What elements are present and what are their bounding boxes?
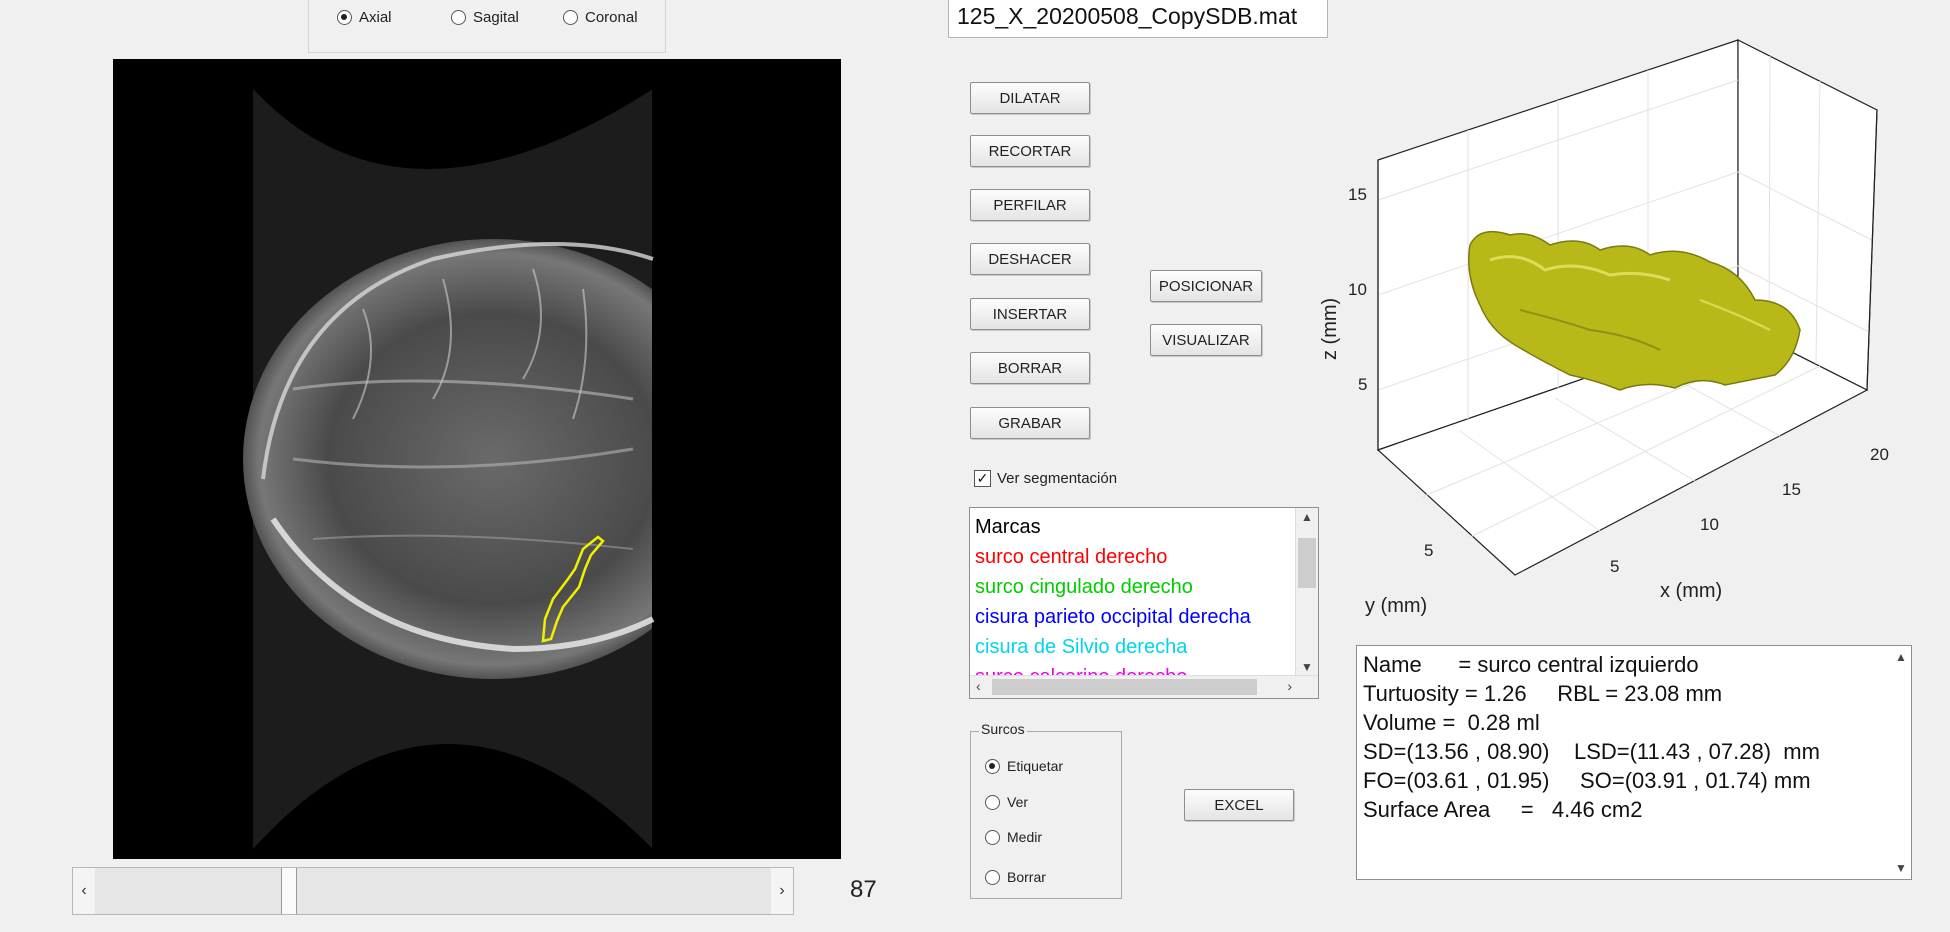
surcos-title: Surcos — [979, 721, 1027, 737]
view-radio-label: Sagital — [473, 9, 519, 26]
surcos-radio-label: Etiquetar — [1007, 758, 1064, 774]
dilatar-button[interactable]: DILATAR — [970, 82, 1090, 114]
marks-list-item[interactable]: surco central derecho — [975, 542, 1294, 572]
slice-number: 87 — [850, 876, 877, 903]
view-selector-panel: Axial Sagital Coronal — [308, 0, 666, 53]
info-lines: Name = surco central izquierdo Turtuosity… — [1363, 650, 1820, 824]
measurement-info-box[interactable]: Name = surco central izquierdo Turtuosity… — [1356, 645, 1912, 880]
surface-3d-plot[interactable]: 15 10 5 5 10 15 20 5 x (mm) y (mm) z (mm… — [1319, 30, 1920, 630]
surcos-radio-label: Ver — [1007, 794, 1029, 810]
scroll-down-icon[interactable]: ▼ — [1296, 660, 1318, 674]
radio-selected-icon — [985, 758, 1000, 774]
surcos-radio-label: Medir — [1007, 829, 1043, 845]
slider-right-arrow-icon[interactable]: › — [771, 868, 793, 914]
view-radio-axial[interactable]: Axial — [337, 9, 392, 26]
recortar-button[interactable]: RECORTAR — [970, 135, 1090, 167]
scroll-up-icon[interactable]: ▲ — [1296, 510, 1318, 524]
radio-unselected-icon — [985, 869, 1000, 885]
info-line: Name = surco central izquierdo — [1363, 652, 1699, 677]
z-tick-labels: 15 10 5 — [1348, 185, 1367, 394]
scroll-thumb[interactable] — [1298, 538, 1316, 588]
marks-list-item[interactable]: cisura de Silvio derecha — [975, 632, 1294, 662]
svg-text:5: 5 — [1358, 375, 1367, 394]
scroll-down-icon[interactable]: ▼ — [1895, 861, 1907, 875]
scroll-right-icon[interactable]: › — [1287, 678, 1292, 694]
mri-slice-viewer[interactable] — [113, 59, 853, 859]
view-radio-sagital[interactable]: Sagital — [451, 9, 519, 26]
excel-button[interactable]: EXCEL — [1184, 789, 1294, 821]
info-line: Surface Area = 4.46 cm2 — [1363, 797, 1643, 822]
slider-thumb[interactable] — [280, 868, 297, 914]
ver-segmentacion-checkbox[interactable]: ✓ Ver segmentación — [974, 470, 1117, 487]
svg-text:10: 10 — [1700, 515, 1719, 534]
radio-unselected-icon — [985, 794, 1000, 810]
svg-text:5: 5 — [1610, 557, 1619, 576]
plot-svg: 15 10 5 5 10 15 20 5 x (mm) y (mm) z (mm… — [1319, 39, 1889, 617]
info-line: Volume = 0.28 ml — [1363, 710, 1540, 735]
marks-list-item[interactable]: surco cingulado derecho — [975, 572, 1294, 602]
marks-items: Marcas surco central derecho surco cingula… — [975, 512, 1294, 692]
z-axis-label: z (mm) — [1320, 298, 1341, 360]
mri-image — [243, 89, 853, 849]
svg-text:20: 20 — [1870, 445, 1889, 464]
checkbox-label: Ver segmentación — [997, 470, 1118, 487]
visualizar-button[interactable]: VISUALIZAR — [1150, 324, 1262, 356]
scroll-thumb[interactable] — [992, 679, 1257, 695]
svg-text:10: 10 — [1348, 280, 1367, 299]
surcos-group: Surcos Etiquetar Ver Medir Borrar — [970, 721, 1122, 899]
svg-text:15: 15 — [1782, 480, 1801, 499]
surcos-radio-label: Borrar — [1007, 869, 1046, 885]
checkmark-icon: ✓ — [974, 470, 991, 487]
marks-list-item[interactable]: cisura parieto occipital derecha — [975, 602, 1294, 632]
view-radio-coronal[interactable]: Coronal — [563, 9, 638, 26]
radio-selected-icon — [337, 10, 352, 25]
radio-unselected-icon — [451, 10, 466, 25]
grabar-button[interactable]: GRABAR — [970, 407, 1090, 439]
radio-unselected-icon — [563, 10, 578, 25]
x-axis-label: x (mm) — [1660, 580, 1722, 602]
marks-vertical-scrollbar[interactable]: ▲ ▼ — [1295, 508, 1318, 676]
svg-text:5: 5 — [1424, 541, 1433, 560]
surcos-radio-medir[interactable]: Medir — [985, 829, 1042, 845]
scroll-left-icon[interactable]: ‹ — [976, 678, 981, 694]
info-line: FO=(03.61 , 01.95) SO=(03.91 , 01.74) mm — [1363, 768, 1811, 793]
surcos-radio-borrar[interactable]: Borrar — [985, 869, 1046, 885]
y-axis-label: y (mm) — [1365, 595, 1427, 617]
marks-listbox[interactable]: Marcas surco central derecho surco cingula… — [969, 507, 1319, 699]
surcos-radio-ver[interactable]: Ver — [985, 794, 1028, 810]
info-line: SD=(13.56 , 08.90) LSD=(11.43 , 07.28) m… — [1363, 739, 1820, 764]
marks-horizontal-scrollbar[interactable]: ‹ › — [970, 675, 1318, 698]
deshacer-button[interactable]: DESHACER — [970, 243, 1090, 275]
borrar-button[interactable]: BORRAR — [970, 352, 1090, 384]
surcos-radio-etiquetar[interactable]: Etiquetar — [985, 758, 1063, 774]
info-scrollbar[interactable]: ▲ ▼ — [1891, 646, 1911, 879]
slider-left-arrow-icon[interactable]: ‹ — [73, 868, 95, 914]
marks-list-item[interactable]: Marcas — [975, 512, 1294, 542]
insertar-button[interactable]: INSERTAR — [970, 298, 1090, 330]
svg-text:15: 15 — [1348, 185, 1367, 204]
view-radio-label: Coronal — [585, 9, 638, 26]
radio-unselected-icon — [985, 829, 1000, 845]
filename-field[interactable]: 125_X_20200508_CopySDB.mat — [948, 0, 1328, 38]
scroll-up-icon[interactable]: ▲ — [1895, 650, 1907, 664]
perfilar-button[interactable]: PERFILAR — [970, 189, 1090, 221]
y-tick-labels: 5 — [1424, 541, 1433, 560]
view-radio-label: Axial — [359, 9, 392, 26]
slice-slider[interactable]: ‹ › — [72, 867, 794, 915]
posicionar-button[interactable]: POSICIONAR — [1150, 270, 1262, 302]
info-line: Turtuosity = 1.26 RBL = 23.08 mm — [1363, 681, 1723, 706]
